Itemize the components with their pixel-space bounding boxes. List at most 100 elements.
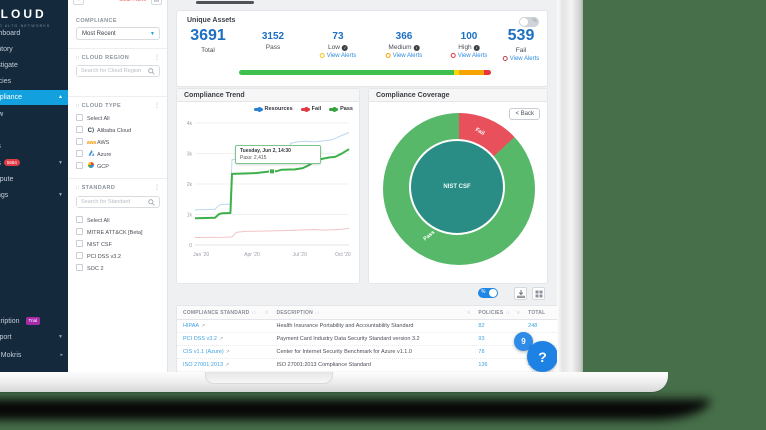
checkbox-soc2[interactable]: SOC 2 xyxy=(76,264,104,274)
sidebar-item-support[interactable]: Support▼ xyxy=(0,330,68,345)
alibaba-cloud-icon: C⟩ xyxy=(87,127,95,135)
panel-title: Unique Assets xyxy=(187,17,235,24)
sidebar-item-compute[interactable]: Compute xyxy=(0,172,68,187)
view-alerts-link[interactable]: View Alerts xyxy=(320,53,357,59)
checkbox-azure[interactable]: Azure xyxy=(76,150,111,160)
svg-text:3k: 3k xyxy=(187,152,193,158)
trend-chart[interactable]: 01k2k3k4kJan '20Apr '20Jul '20Oct '20 xyxy=(181,115,353,265)
save-filter-button[interactable]: ▤ xyxy=(151,0,162,5)
checkbox-aws[interactable]: awsAWS xyxy=(76,138,109,148)
checkbox-select-all[interactable]: Select All xyxy=(76,114,110,124)
standard-description: Center for Internet Security Benchmark f… xyxy=(271,346,473,358)
column-grip-icon[interactable]: ≡ xyxy=(265,306,268,319)
sort-icon[interactable]: ↓↑ xyxy=(505,310,510,315)
nav-sidebar: CLOUD PALO ALTO NETWORKS Dashboard Inven… xyxy=(0,0,68,372)
table-row[interactable]: HIPAA↗ Health Insurance Portability and … xyxy=(177,320,557,333)
app-logo: CLOUD PALO ALTO NETWORKS xyxy=(0,5,68,28)
compliance-sort-dropdown[interactable]: Most Recent ▼ xyxy=(76,27,160,40)
sidebar-item-settings[interactable]: Settings▼ xyxy=(0,188,68,203)
chevron-right-icon: ▸ xyxy=(60,348,63,363)
legend-item-resources[interactable]: Resources xyxy=(254,106,293,112)
standard-link[interactable]: PCI DSS v3.2 xyxy=(183,336,217,342)
help-button[interactable]: ? xyxy=(527,341,557,372)
sidebar-item-inventory[interactable]: Inventory xyxy=(0,42,68,57)
checkbox-gcp[interactable]: GCP xyxy=(76,162,109,172)
sidebar-item-policies[interactable]: Policies xyxy=(0,74,68,89)
clock-icon xyxy=(320,53,325,58)
sort-icon[interactable]: ↓↑ xyxy=(315,310,320,315)
table-percent-toggle[interactable]: % xyxy=(478,287,500,300)
percent-toggle-off[interactable]: % xyxy=(519,17,539,27)
back-button[interactable]: < Back xyxy=(509,108,540,120)
filter-panel: ‹ Clear Filters ▤ COMPLIANCE Most Recent… xyxy=(68,0,168,372)
checkbox-alibaba[interactable]: C⟩Alibaba Cloud xyxy=(76,126,131,136)
sidebar-item-reports[interactable]: Reports xyxy=(0,123,68,138)
sidebar-item-standards[interactable]: Standards xyxy=(0,139,68,154)
card-title: Compliance Coverage xyxy=(369,89,547,102)
info-icon[interactable]: i xyxy=(474,45,480,51)
info-icon[interactable]: i xyxy=(342,45,348,51)
sort-icon[interactable]: ↓↑ xyxy=(251,310,256,315)
stat-low: 73 Lowi View Alerts xyxy=(320,31,357,59)
checkbox-mitre[interactable]: MITRE ATT&CK [Beta] xyxy=(76,228,143,238)
standard-link[interactable]: CIS v1.1 (Azure) xyxy=(183,349,224,355)
toggle-knob xyxy=(520,18,528,26)
sidebar-item-subscription[interactable]: SubscriptionTrial xyxy=(0,314,68,329)
col-description[interactable]: DESCRIPTION↓↑≡ xyxy=(271,306,473,319)
download-button[interactable] xyxy=(514,287,527,300)
legend-item-fail[interactable]: Fail xyxy=(301,106,321,112)
kebab-menu-icon[interactable]: ⋮ xyxy=(154,184,160,191)
view-alerts-link[interactable]: View Alerts xyxy=(503,56,540,62)
collapse-filters-button[interactable]: ‹ xyxy=(73,0,84,5)
view-alerts-link[interactable]: View Alerts xyxy=(386,53,423,59)
table-row[interactable]: PCI DSS v3.2↗ Payment Card Industry Data… xyxy=(177,333,557,346)
region-search[interactable] xyxy=(76,65,160,77)
drag-handle-icon[interactable]: ∷ xyxy=(76,185,80,191)
sidebar-item-investigate[interactable]: Investigate xyxy=(0,58,68,73)
column-grip-icon[interactable]: ≡ xyxy=(517,306,520,319)
column-settings-button[interactable] xyxy=(532,287,545,300)
col-total[interactable]: TOTAL xyxy=(522,306,557,319)
clock-icon xyxy=(503,56,508,61)
checkbox-pci[interactable]: PCI DSS v3.2 xyxy=(76,252,121,262)
col-policies[interactable]: POLICIES↓↑≡ xyxy=(472,306,522,319)
chevron-down-icon: ▼ xyxy=(58,156,63,171)
total-count[interactable]: 248 xyxy=(522,320,557,332)
sidebar-item-user[interactable]: Dan Mokris▸ xyxy=(0,348,68,363)
clear-filters-link[interactable]: Clear Filters xyxy=(119,0,146,3)
download-icon xyxy=(517,290,525,298)
column-grip-icon[interactable]: ≡ xyxy=(467,306,470,319)
drag-handle-icon[interactable]: ∷ xyxy=(76,103,80,109)
legend-item-pass[interactable]: Pass xyxy=(329,106,353,112)
drag-handle-icon[interactable]: ∷ xyxy=(76,55,80,61)
sidebar-item-overview[interactable]: Overview xyxy=(0,107,68,122)
sidebar-item-dashboard[interactable]: Dashboard xyxy=(0,26,68,41)
checkbox-nist[interactable]: NIST CSF xyxy=(76,240,112,250)
region-search-input[interactable] xyxy=(77,66,147,76)
col-standard[interactable]: COMPLIANCE STANDARD↓↑≡ xyxy=(177,306,271,319)
standard-search[interactable] xyxy=(76,196,160,208)
view-alerts-link[interactable]: View Alerts xyxy=(451,53,488,59)
stat-value: 3691 xyxy=(190,27,226,45)
table-header-row: COMPLIANCE STANDARD↓↑≡ DESCRIPTION↓↑≡ PO… xyxy=(177,306,557,320)
standard-link[interactable]: ISO 27001:2013 xyxy=(183,362,223,368)
table-row[interactable]: CIS v1.1 (Azure)↗ Center for Internet Se… xyxy=(177,346,557,359)
table-row[interactable]: ISO 27001:2013↗ ISO 27001:2013 Complianc… xyxy=(177,359,557,372)
stat-label: Mediumi xyxy=(386,44,423,51)
sidebar-item-compliance[interactable]: Compliance▲ xyxy=(0,90,68,105)
kebab-menu-icon[interactable]: ⋮ xyxy=(154,102,160,109)
policies-count[interactable]: 136 xyxy=(472,359,522,371)
standard-search-input[interactable] xyxy=(77,197,147,207)
kebab-menu-icon[interactable]: ⋮ xyxy=(154,54,160,61)
sidebar-item-alerts[interactable]: Alerts5684▼ xyxy=(0,156,68,171)
stat-value: 100 xyxy=(451,31,488,42)
policies-count[interactable]: 82 xyxy=(472,320,522,332)
checkbox-select-all-standard[interactable]: Select All xyxy=(76,216,110,226)
info-icon[interactable]: i xyxy=(414,45,420,51)
donut-center[interactable]: NIST CSF xyxy=(409,139,505,235)
scrollbar-thumb[interactable] xyxy=(196,1,254,4)
coverage-donut[interactable]: Fail Pass NIST CSF xyxy=(383,113,535,265)
donut-pass-label: Pass xyxy=(423,230,437,243)
standard-link[interactable]: HIPAA xyxy=(183,323,199,329)
policies-count[interactable]: 78 xyxy=(472,346,522,358)
